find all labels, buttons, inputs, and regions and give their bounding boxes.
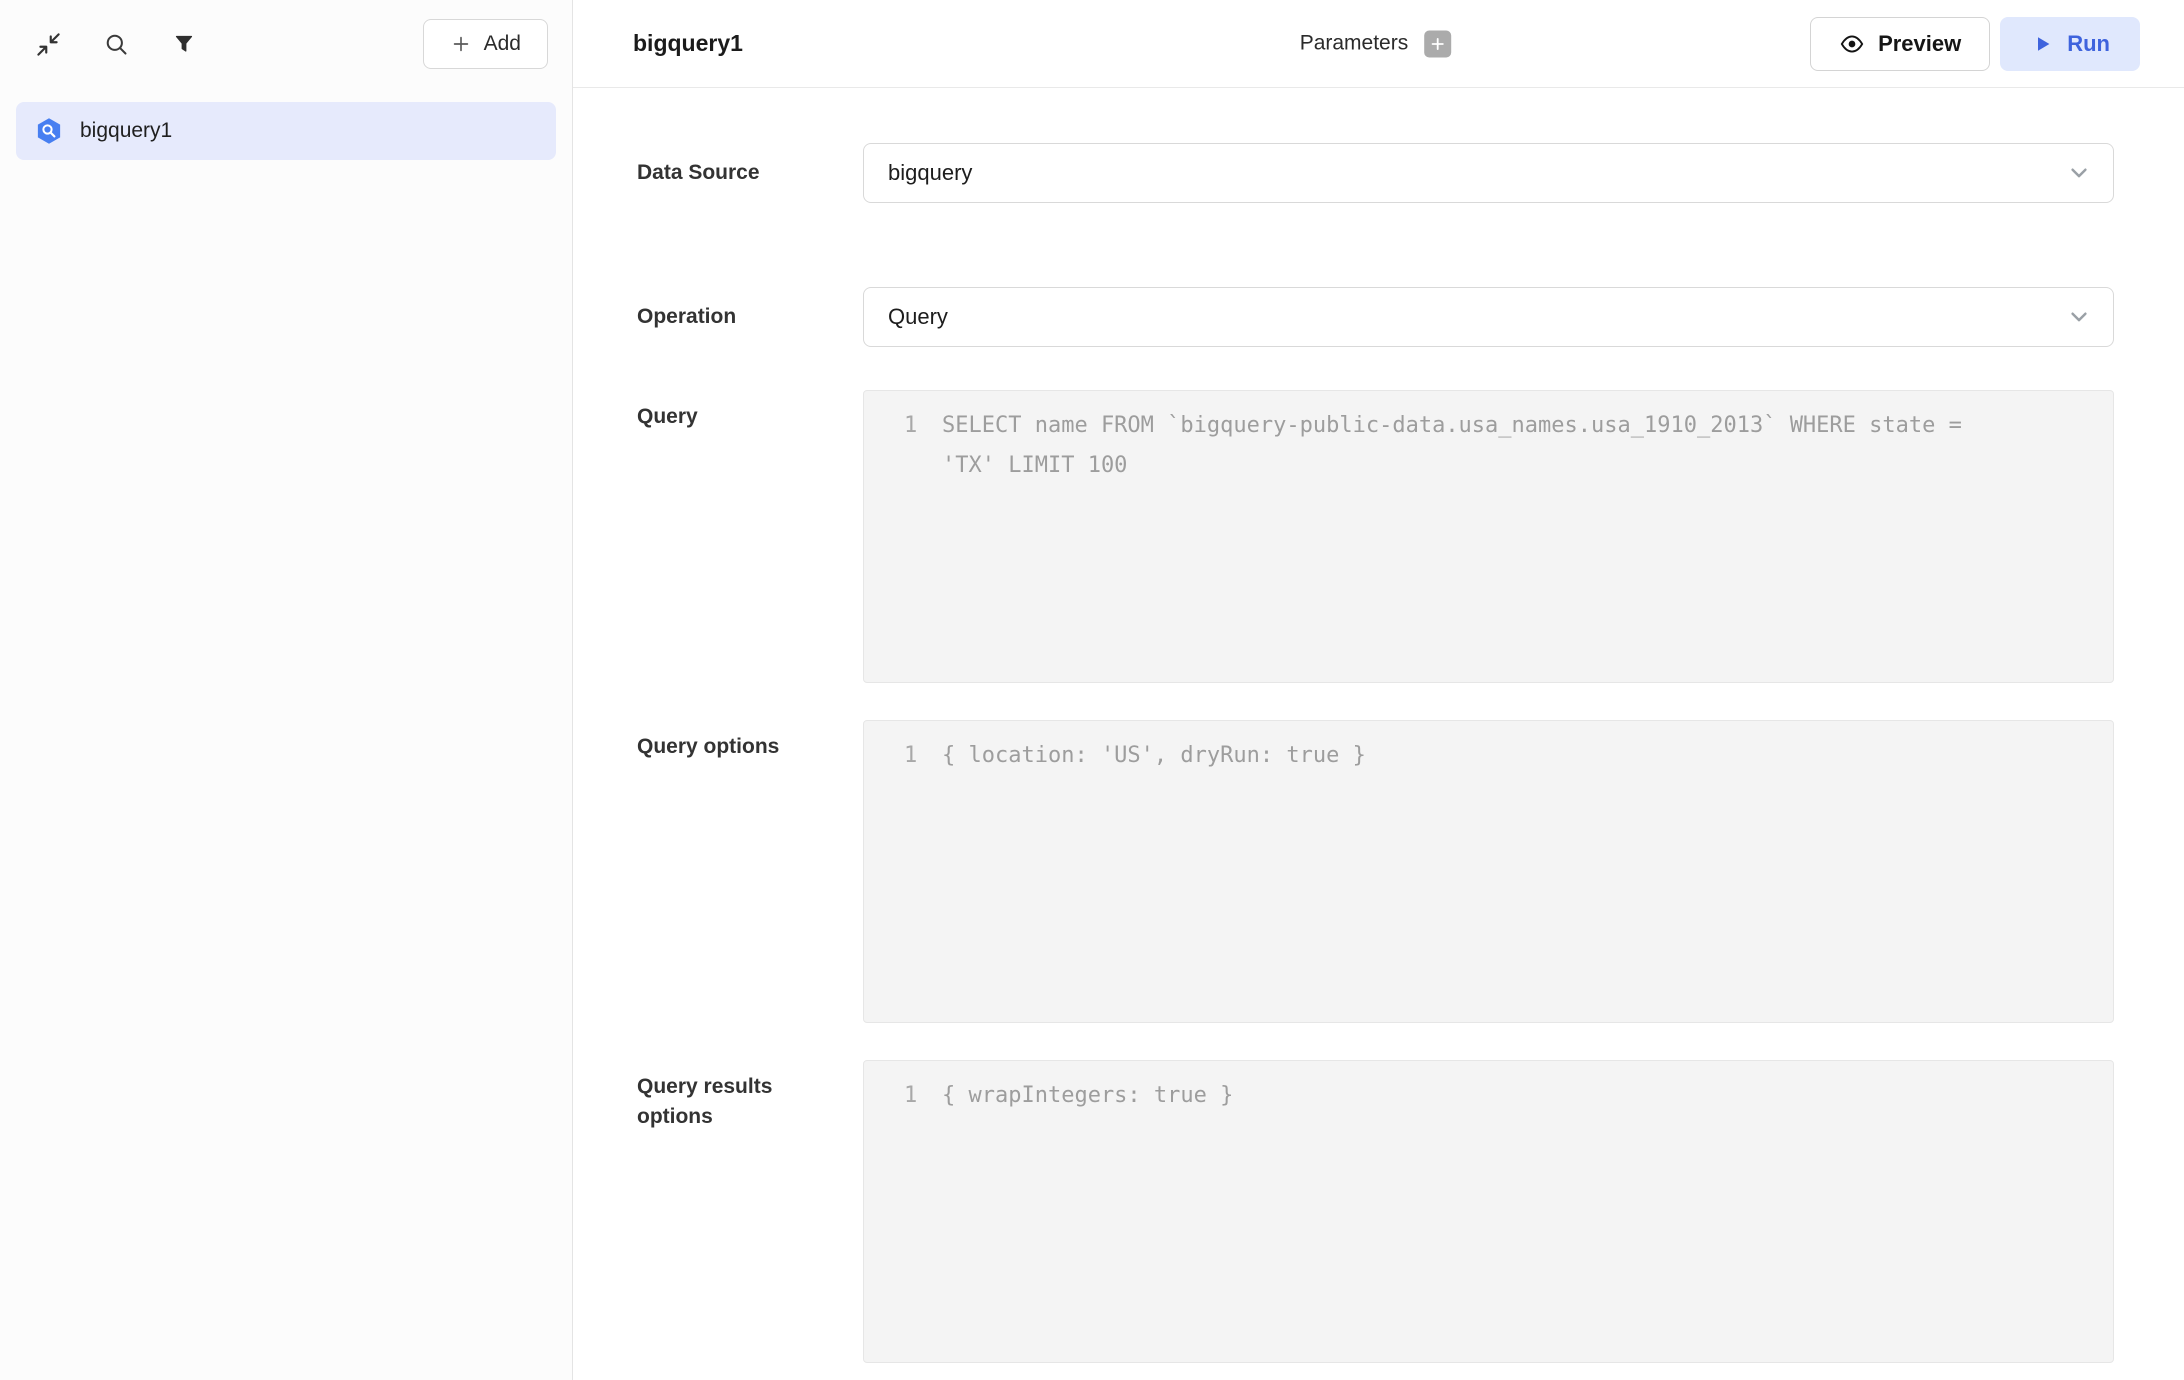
query-results-options-placeholder-text: { wrapIntegers: true } — [942, 1076, 1233, 1116]
preview-button-label: Preview — [1878, 31, 1961, 57]
field-row-query-options: Query options 1 { location: 'US', dryRun… — [637, 720, 2114, 1023]
search-button[interactable] — [98, 26, 134, 62]
sidebar-header: Add — [0, 0, 572, 88]
plus-icon — [1428, 34, 1447, 53]
data-source-value: bigquery — [888, 160, 972, 186]
add-button-label: Add — [484, 32, 521, 56]
filter-button[interactable] — [166, 26, 202, 62]
parameters-label: Parameters — [1300, 32, 1409, 56]
line-number: 1 — [904, 1076, 942, 1116]
field-row-query-results-options: Query results options 1 { wrapIntegers: … — [637, 1060, 2114, 1363]
field-row-data-source: Data Source bigquery — [637, 143, 2114, 203]
eye-icon — [1839, 31, 1865, 57]
line-number: 1 — [904, 736, 942, 776]
sidebar: Add bigquery1 — [0, 0, 573, 1380]
run-button[interactable]: Run — [2000, 17, 2140, 71]
plus-icon — [450, 33, 472, 55]
query-results-options-code-editor[interactable]: 1 { wrapIntegers: true } — [863, 1060, 2114, 1363]
operation-label: Operation — [637, 302, 863, 332]
field-row-query: Query 1 SELECT name FROM `bigquery-publi… — [637, 390, 2114, 683]
line-number: 1 — [904, 406, 942, 446]
filter-icon — [172, 32, 196, 56]
collapse-button[interactable] — [30, 26, 66, 62]
query-title: bigquery1 — [633, 30, 743, 57]
main-header: bigquery1 Parameters Preview — [573, 0, 2184, 88]
operation-select[interactable]: Query — [863, 287, 2114, 347]
query-code-editor[interactable]: 1 SELECT name FROM `bigquery-public-data… — [863, 390, 2114, 683]
add-parameter-button[interactable] — [1424, 30, 1451, 57]
query-results-options-label: Query results options — [637, 1060, 863, 1133]
bigquery-icon — [34, 116, 64, 146]
chevron-down-icon — [2065, 159, 2093, 187]
sidebar-item-label: bigquery1 — [80, 119, 172, 143]
query-options-code-editor[interactable]: 1 { location: 'US', dryRun: true } — [863, 720, 2114, 1023]
run-button-label: Run — [2067, 31, 2110, 57]
query-form: Data Source bigquery Operation Query — [573, 88, 2184, 1380]
header-actions: Preview Run — [1810, 17, 2140, 71]
main-panel: bigquery1 Parameters Preview — [573, 0, 2184, 1380]
search-icon — [103, 31, 130, 58]
play-icon — [2030, 32, 2054, 56]
query-placeholder-text: SELECT name FROM `bigquery-public-data.u… — [942, 406, 1982, 486]
query-list: bigquery1 — [0, 88, 572, 174]
sidebar-item-bigquery1[interactable]: bigquery1 — [16, 102, 556, 160]
add-query-button[interactable]: Add — [423, 19, 548, 69]
field-row-operation: Operation Query — [637, 287, 2114, 347]
chevron-down-icon — [2065, 303, 2093, 331]
operation-value: Query — [888, 304, 948, 330]
query-options-placeholder-text: { location: 'US', dryRun: true } — [942, 736, 1366, 776]
query-options-label: Query options — [637, 720, 863, 762]
query-label: Query — [637, 390, 863, 432]
parameters-group: Parameters — [1300, 30, 1452, 57]
preview-button[interactable]: Preview — [1810, 17, 1990, 71]
data-source-label: Data Source — [637, 158, 863, 188]
collapse-icon — [35, 31, 62, 58]
data-source-select[interactable]: bigquery — [863, 143, 2114, 203]
